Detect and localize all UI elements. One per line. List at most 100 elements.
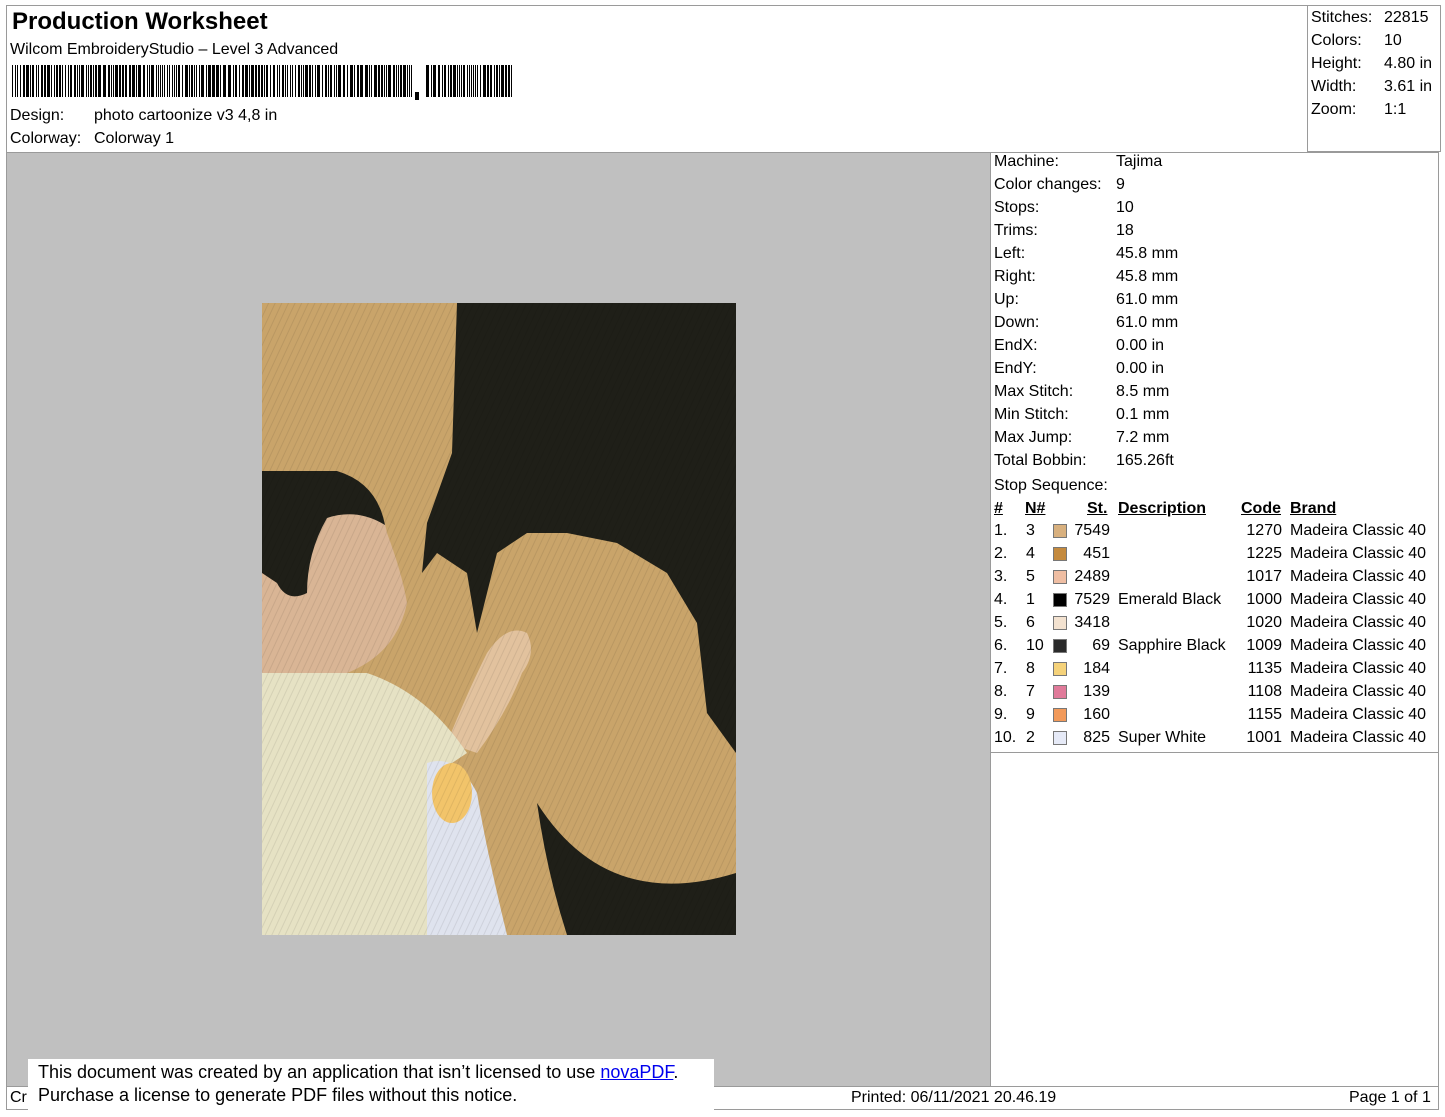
row-code: 1000: [1246, 591, 1282, 608]
barcode-bar: [220, 65, 221, 97]
barcode-bar: [483, 65, 486, 97]
barcode-bar: [381, 65, 383, 97]
row-needle: 5: [1026, 568, 1035, 585]
barcode-bar: [98, 65, 101, 97]
machine-info-label: EndY:: [994, 360, 1037, 377]
machine-info: Machine: Tajima Color changes: 9 Stops: 10 Tri…: [994, 153, 1434, 478]
barcode-bar: [328, 65, 329, 97]
col-index: #: [994, 500, 1003, 517]
machine-info-label: Up:: [994, 291, 1019, 308]
row-stitches: 7549: [1074, 522, 1110, 539]
novapdf-link[interactable]: novaPDF: [600, 1062, 673, 1082]
row-brand: Madeira Classic 40: [1290, 568, 1427, 585]
machine-info-value: 45.8 mm: [1116, 245, 1179, 262]
barcode-bar: [164, 65, 165, 97]
row-needle: 3: [1026, 522, 1035, 539]
barcode-bar: [255, 65, 257, 97]
barcode-bar: [290, 65, 291, 97]
barcode-bar: [285, 65, 286, 97]
barcode-bar: [103, 65, 106, 97]
barcode-bar: [167, 65, 168, 97]
barcode-bar: [81, 65, 84, 97]
barcode-bar: [138, 65, 141, 97]
barcode-bar: [292, 65, 293, 97]
table-row: 2. 4 451 1225 Madeira Classic 40: [990, 545, 1439, 568]
barcode-bar: [111, 65, 112, 97]
stitches-label: Stitches:: [1311, 9, 1373, 26]
barcode-bar: [136, 65, 137, 97]
barcode-bar: [235, 65, 237, 97]
barcode-bar: [47, 65, 50, 97]
barcode-bar: [371, 65, 372, 97]
barcode-bar: [62, 65, 63, 97]
barcode-bar: [279, 65, 280, 97]
barcode-bar: [245, 65, 248, 97]
barcode-bar: [403, 65, 406, 97]
barcode-bar: [239, 65, 240, 97]
machine-info-value: 7.2 mm: [1116, 429, 1170, 446]
row-brand: Madeira Classic 40: [1290, 729, 1427, 746]
barcode-bar: [36, 65, 37, 97]
barcode-bar: [350, 65, 353, 97]
barcode-bar: [258, 65, 260, 97]
barcode-bar: [88, 65, 89, 97]
row-index: 9.: [994, 706, 1008, 723]
row-index: 2.: [994, 545, 1008, 562]
barcode-bar: [162, 65, 163, 97]
row-code: 1020: [1246, 614, 1282, 631]
row-index: 8.: [994, 683, 1008, 700]
barcode-bar: [459, 65, 460, 97]
barcode-bar: [93, 65, 94, 97]
stitches-value: 22815: [1384, 9, 1429, 26]
row-index: 1.: [994, 522, 1008, 539]
barcode-bar: [41, 65, 43, 97]
barcode-bar: [68, 65, 69, 97]
row-stitches: 139: [1083, 683, 1110, 700]
barcode-bar: [508, 65, 510, 97]
row-brand: Madeira Classic 40: [1290, 683, 1427, 700]
machine-info-value: 0.1 mm: [1116, 406, 1170, 423]
barcode-bar: [305, 65, 308, 97]
barcode-bar: [176, 65, 177, 97]
row-brand: Madeira Classic 40: [1290, 614, 1427, 631]
row-code: 1017: [1246, 568, 1282, 585]
machine-info-label: Trims:: [994, 222, 1038, 239]
table-row: 6. 10 69 Sapphire Black 1009 Madeira Classic …: [990, 637, 1439, 660]
stop-sequence-header: # N# St. Description Code Brand: [990, 500, 1439, 522]
barcode-bar: [122, 65, 124, 97]
footer-creator-cut: Cr: [10, 1089, 27, 1106]
barcode-bar: [511, 65, 512, 97]
row-code: 1135: [1247, 660, 1282, 677]
barcode-bar: [369, 65, 370, 97]
barcode-bar: [32, 65, 34, 97]
row-index: 5.: [994, 614, 1008, 631]
barcode-bar: [298, 65, 300, 97]
barcode-bar: [212, 65, 215, 97]
row-stitches: 3418: [1074, 614, 1110, 631]
barcode-bar: [448, 65, 449, 97]
barcode-bar: [199, 65, 200, 97]
machine-info-value: 45.8 mm: [1116, 268, 1179, 285]
barcode-bar: [365, 65, 368, 97]
barcode-bar: [113, 65, 114, 97]
table-row: 7. 8 184 1135 Madeira Classic 40: [990, 660, 1439, 683]
machine-info-value: 10: [1116, 199, 1134, 216]
barcode-bar: [407, 65, 408, 97]
embroidery-design-image: [262, 303, 736, 935]
barcode-bar: [194, 65, 195, 97]
barcode-bar: [156, 65, 157, 97]
barcode-bar: [330, 65, 332, 97]
barcode-bar: [480, 65, 481, 97]
machine-info-value: 61.0 mm: [1116, 291, 1179, 308]
barcode-bar: [56, 65, 58, 97]
barcode-bar: [336, 65, 337, 97]
color-swatch: [1053, 639, 1067, 653]
barcode-bar: [317, 65, 320, 97]
page-title: Production Worksheet: [12, 8, 268, 35]
color-swatch: [1053, 708, 1067, 722]
table-divider: [990, 752, 1439, 753]
notice-line1-suffix: .: [673, 1062, 679, 1082]
machine-info-label: Down:: [994, 314, 1040, 331]
row-index: 3.: [994, 568, 1008, 585]
color-swatch: [1053, 547, 1067, 561]
